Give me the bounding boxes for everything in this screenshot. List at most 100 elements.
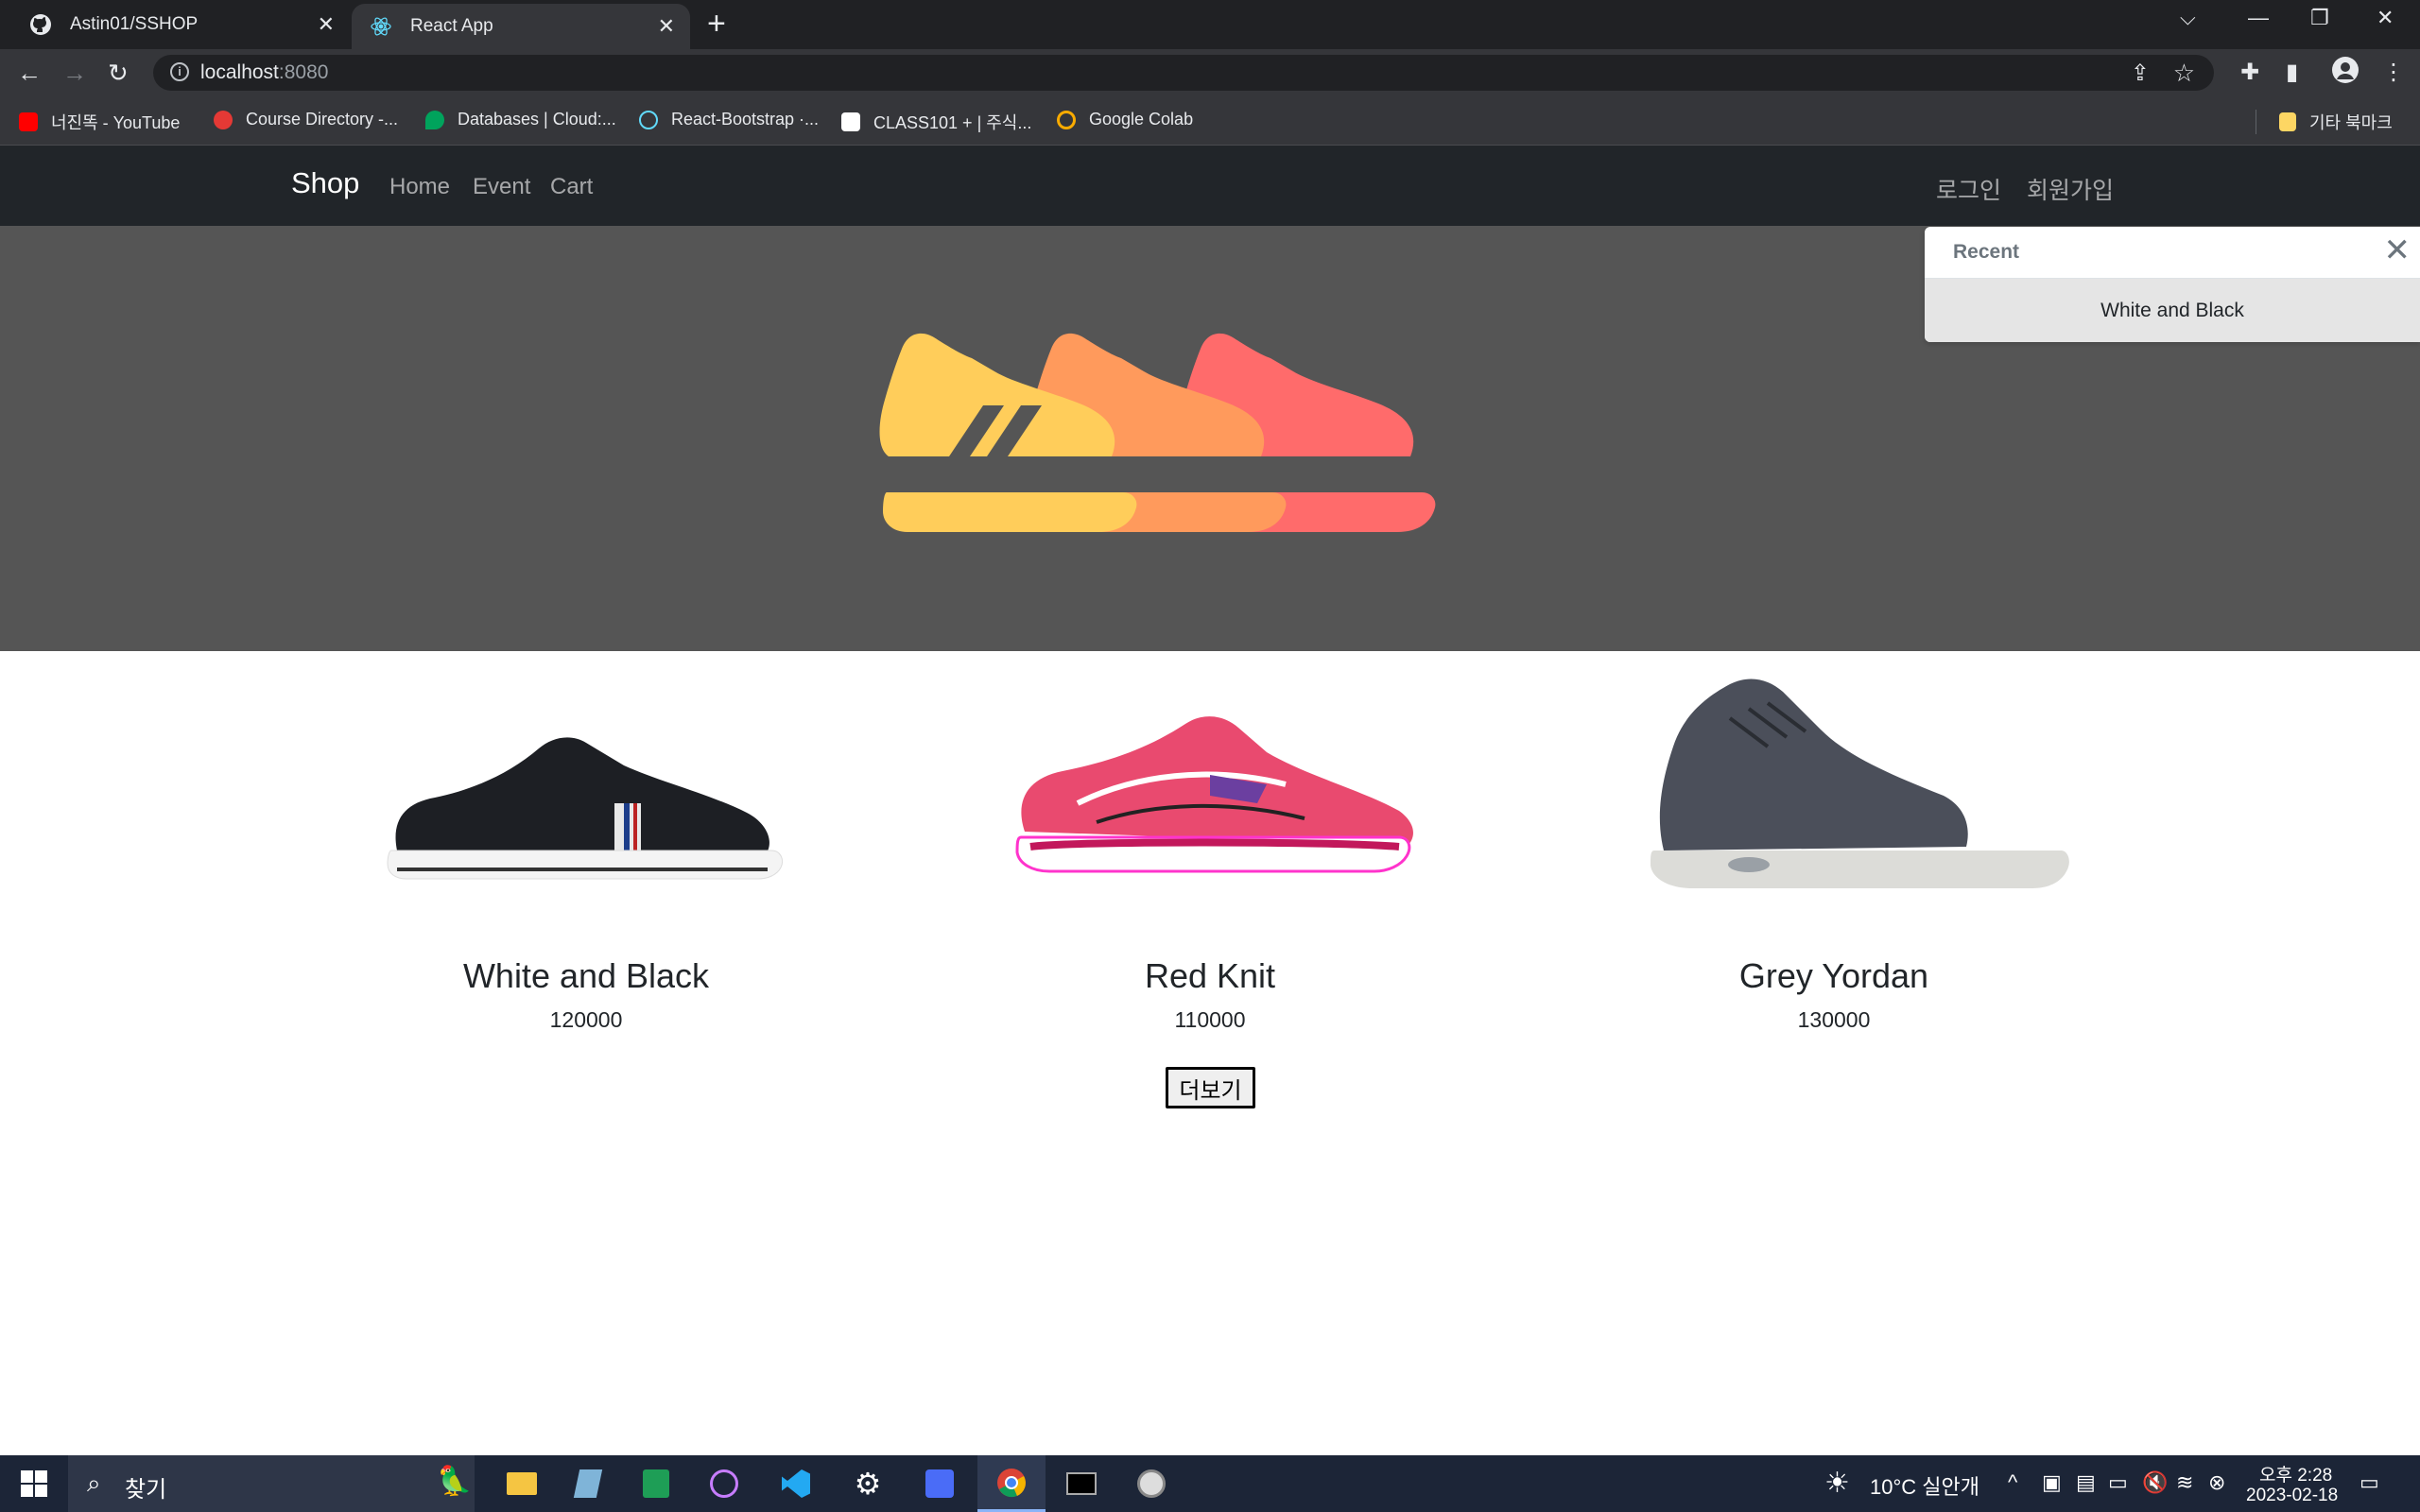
spreadsheet-app-icon[interactable] — [626, 1455, 686, 1512]
back-arrow-icon[interactable]: ← — [17, 59, 42, 88]
bookmark-youtube[interactable]: 너진똑 - YouTube — [19, 110, 180, 134]
side-panel-icon[interactable]: ▮ — [2286, 59, 2298, 86]
file-explorer-icon[interactable] — [492, 1455, 552, 1512]
notifications-icon[interactable]: ▭ — [2360, 1470, 2379, 1495]
tray-display-icon[interactable]: ▣ — [2042, 1470, 2062, 1495]
product-card-white-and-black[interactable]: White and Black 120000 — [340, 662, 832, 1033]
bookmark-databases[interactable]: Databases | Cloud:... — [425, 110, 616, 129]
windows-taskbar: ⌕ 찾기 🦜 ⚙ ☀ 10°C 실안개 ^ ▣ ▤ ▭ 🔇 ≋ ⊗ 오후 2:2… — [0, 1455, 2420, 1512]
bookmark-star-icon[interactable]: ☆ — [2173, 59, 2195, 88]
tray-camera-icon[interactable]: ▤ — [2076, 1470, 2096, 1495]
bookmark-label: CLASS101 + | 주식... — [873, 113, 1032, 132]
login-link[interactable]: 로그인 — [1936, 172, 2001, 206]
network-disconnected-icon[interactable]: ⊗ — [2208, 1470, 2225, 1495]
browser-toolbar: ← → ↻ i localhost:8080 ⇪ ☆ ✚ ▮ ⋮ — [0, 49, 2420, 96]
nav-link-cart[interactable]: Cart — [550, 174, 593, 200]
settings-gear-icon[interactable]: ⚙ — [838, 1455, 898, 1512]
folder-icon — [2279, 112, 2296, 131]
vscode-icon[interactable] — [766, 1455, 826, 1512]
clock-app-icon[interactable] — [1121, 1455, 1182, 1512]
recent-panel-title: Recent — [1953, 241, 2020, 263]
recent-panel-header: Recent ✕ — [1925, 227, 2420, 279]
profile-avatar-icon[interactable] — [2331, 56, 2360, 91]
url-text: localhost:8080 — [200, 61, 328, 84]
tab-github[interactable]: Astin01/SSHOP ✕ — [0, 0, 350, 49]
sneaker-red-image — [1015, 716, 1413, 873]
bookmark-google-colab[interactable]: Google Colab — [1057, 110, 1193, 129]
product-image[interactable] — [964, 662, 1456, 926]
close-icon[interactable]: ✕ — [658, 14, 675, 39]
tab-search-chevron-icon[interactable]: ⌵ — [2180, 6, 2196, 30]
media-player-icon[interactable] — [694, 1455, 754, 1512]
notes-app-icon[interactable] — [558, 1455, 618, 1512]
clock-date[interactable]: 2023-02-18 — [2246, 1486, 2338, 1506]
terminal-icon[interactable] — [1051, 1455, 1112, 1512]
bookmark-label: 너진똑 - YouTube — [51, 113, 181, 132]
bookmark-course-directory[interactable]: Course Directory -... — [214, 110, 398, 129]
clock-time[interactable]: 오후 2:28 — [2259, 1461, 2332, 1486]
weather-text[interactable]: 10°C 실안개 — [1870, 1470, 1979, 1501]
bookmark-label: Databases | Cloud:... — [458, 110, 616, 129]
search-highlight-bird-icon: 🦜 — [437, 1466, 473, 1497]
bookmark-react-bootstrap[interactable]: React-Bootstrap ·... — [639, 110, 819, 129]
weather-icon[interactable]: ☀ — [1824, 1467, 1850, 1500]
address-bar[interactable]: i localhost:8080 ⇪ ☆ — [153, 55, 2214, 91]
search-placeholder: 찾기 — [125, 1477, 167, 1503]
product-price: 110000 — [1174, 1007, 1246, 1032]
more-button[interactable]: 더보기 — [1166, 1067, 1255, 1108]
colab-icon — [1057, 110, 1076, 129]
product-image[interactable] — [1588, 662, 2080, 926]
signup-link[interactable]: 회원가입 — [2027, 172, 2114, 206]
tab-title: React App — [410, 16, 493, 36]
nav-link-home[interactable]: Home — [389, 174, 450, 200]
product-image[interactable] — [340, 662, 832, 926]
bookmark-class101[interactable]: CLASS101 + | 주식... — [841, 110, 1031, 134]
restore-icon[interactable]: ❐ — [2310, 6, 2329, 30]
tab-title: Astin01/SSHOP — [70, 14, 199, 34]
battery-icon[interactable]: ▭ — [2108, 1470, 2128, 1495]
tab-react-app[interactable]: React App ✕ — [352, 4, 690, 49]
window-close-icon[interactable]: ✕ — [2377, 6, 2394, 30]
taskbar-search-box[interactable]: ⌕ 찾기 🦜 — [68, 1455, 475, 1512]
product-card-red-knit[interactable]: Red Knit 110000 — [964, 662, 1456, 1033]
close-icon[interactable]: ✕ — [318, 12, 335, 37]
product-card-grey-yordan[interactable]: Grey Yordan 130000 — [1588, 662, 2080, 1033]
product-price: 130000 — [1797, 1007, 1871, 1032]
product-name: White and Black — [462, 956, 710, 995]
mongodb-leaf-icon — [425, 110, 444, 129]
product-name: Grey Yordan — [1738, 956, 1929, 995]
other-bookmarks-label: 기타 북마크 — [2309, 113, 2393, 132]
site-info-icon[interactable]: i — [170, 62, 189, 81]
volume-muted-icon[interactable]: 🔇 — [2142, 1470, 2168, 1495]
wifi-icon[interactable]: ≋ — [2176, 1470, 2193, 1495]
windows-start-icon[interactable] — [0, 1455, 68, 1512]
bookmarks-bar: 너진똑 - YouTube Course Directory -... Data… — [0, 96, 2420, 146]
close-icon[interactable]: ✕ — [2384, 234, 2411, 266]
github-icon — [28, 12, 53, 37]
navbar-brand[interactable]: Shop — [291, 166, 359, 200]
bookmark-label: React-Bootstrap ·... — [671, 110, 820, 129]
recent-item[interactable]: White and Black — [1925, 279, 2420, 342]
other-bookmarks[interactable]: 기타 북마크 — [2256, 110, 2393, 134]
minimize-icon[interactable]: — — [2248, 6, 2269, 30]
reload-icon[interactable]: ↻ — [108, 59, 129, 88]
bookmark-label: Course Directory -... — [246, 110, 399, 129]
recent-viewed-panel: Recent ✕ White and Black — [1925, 227, 2420, 342]
menu-kebab-icon[interactable]: ⋮ — [2382, 59, 2405, 86]
sneaker-grey-image — [1651, 679, 2069, 888]
class101-icon — [841, 112, 860, 131]
extensions-icon[interactable]: ✚ — [2240, 59, 2259, 86]
shoes-banner-image — [879, 333, 1436, 532]
share-icon[interactable]: ⇪ — [2131, 60, 2150, 87]
nav-link-event[interactable]: Event — [473, 174, 530, 200]
react-icon — [369, 14, 393, 39]
url-port: :8080 — [278, 61, 329, 83]
editor-app-icon[interactable] — [909, 1455, 970, 1512]
search-icon: ⌕ — [87, 1469, 101, 1497]
forward-arrow-icon[interactable]: → — [62, 59, 87, 88]
new-tab-icon[interactable]: + — [707, 6, 726, 43]
chrome-icon[interactable] — [977, 1455, 1046, 1512]
bookmark-label: Google Colab — [1089, 110, 1194, 129]
tray-chevron-up-icon[interactable]: ^ — [2008, 1470, 2017, 1495]
url-host: localhost — [200, 61, 279, 83]
